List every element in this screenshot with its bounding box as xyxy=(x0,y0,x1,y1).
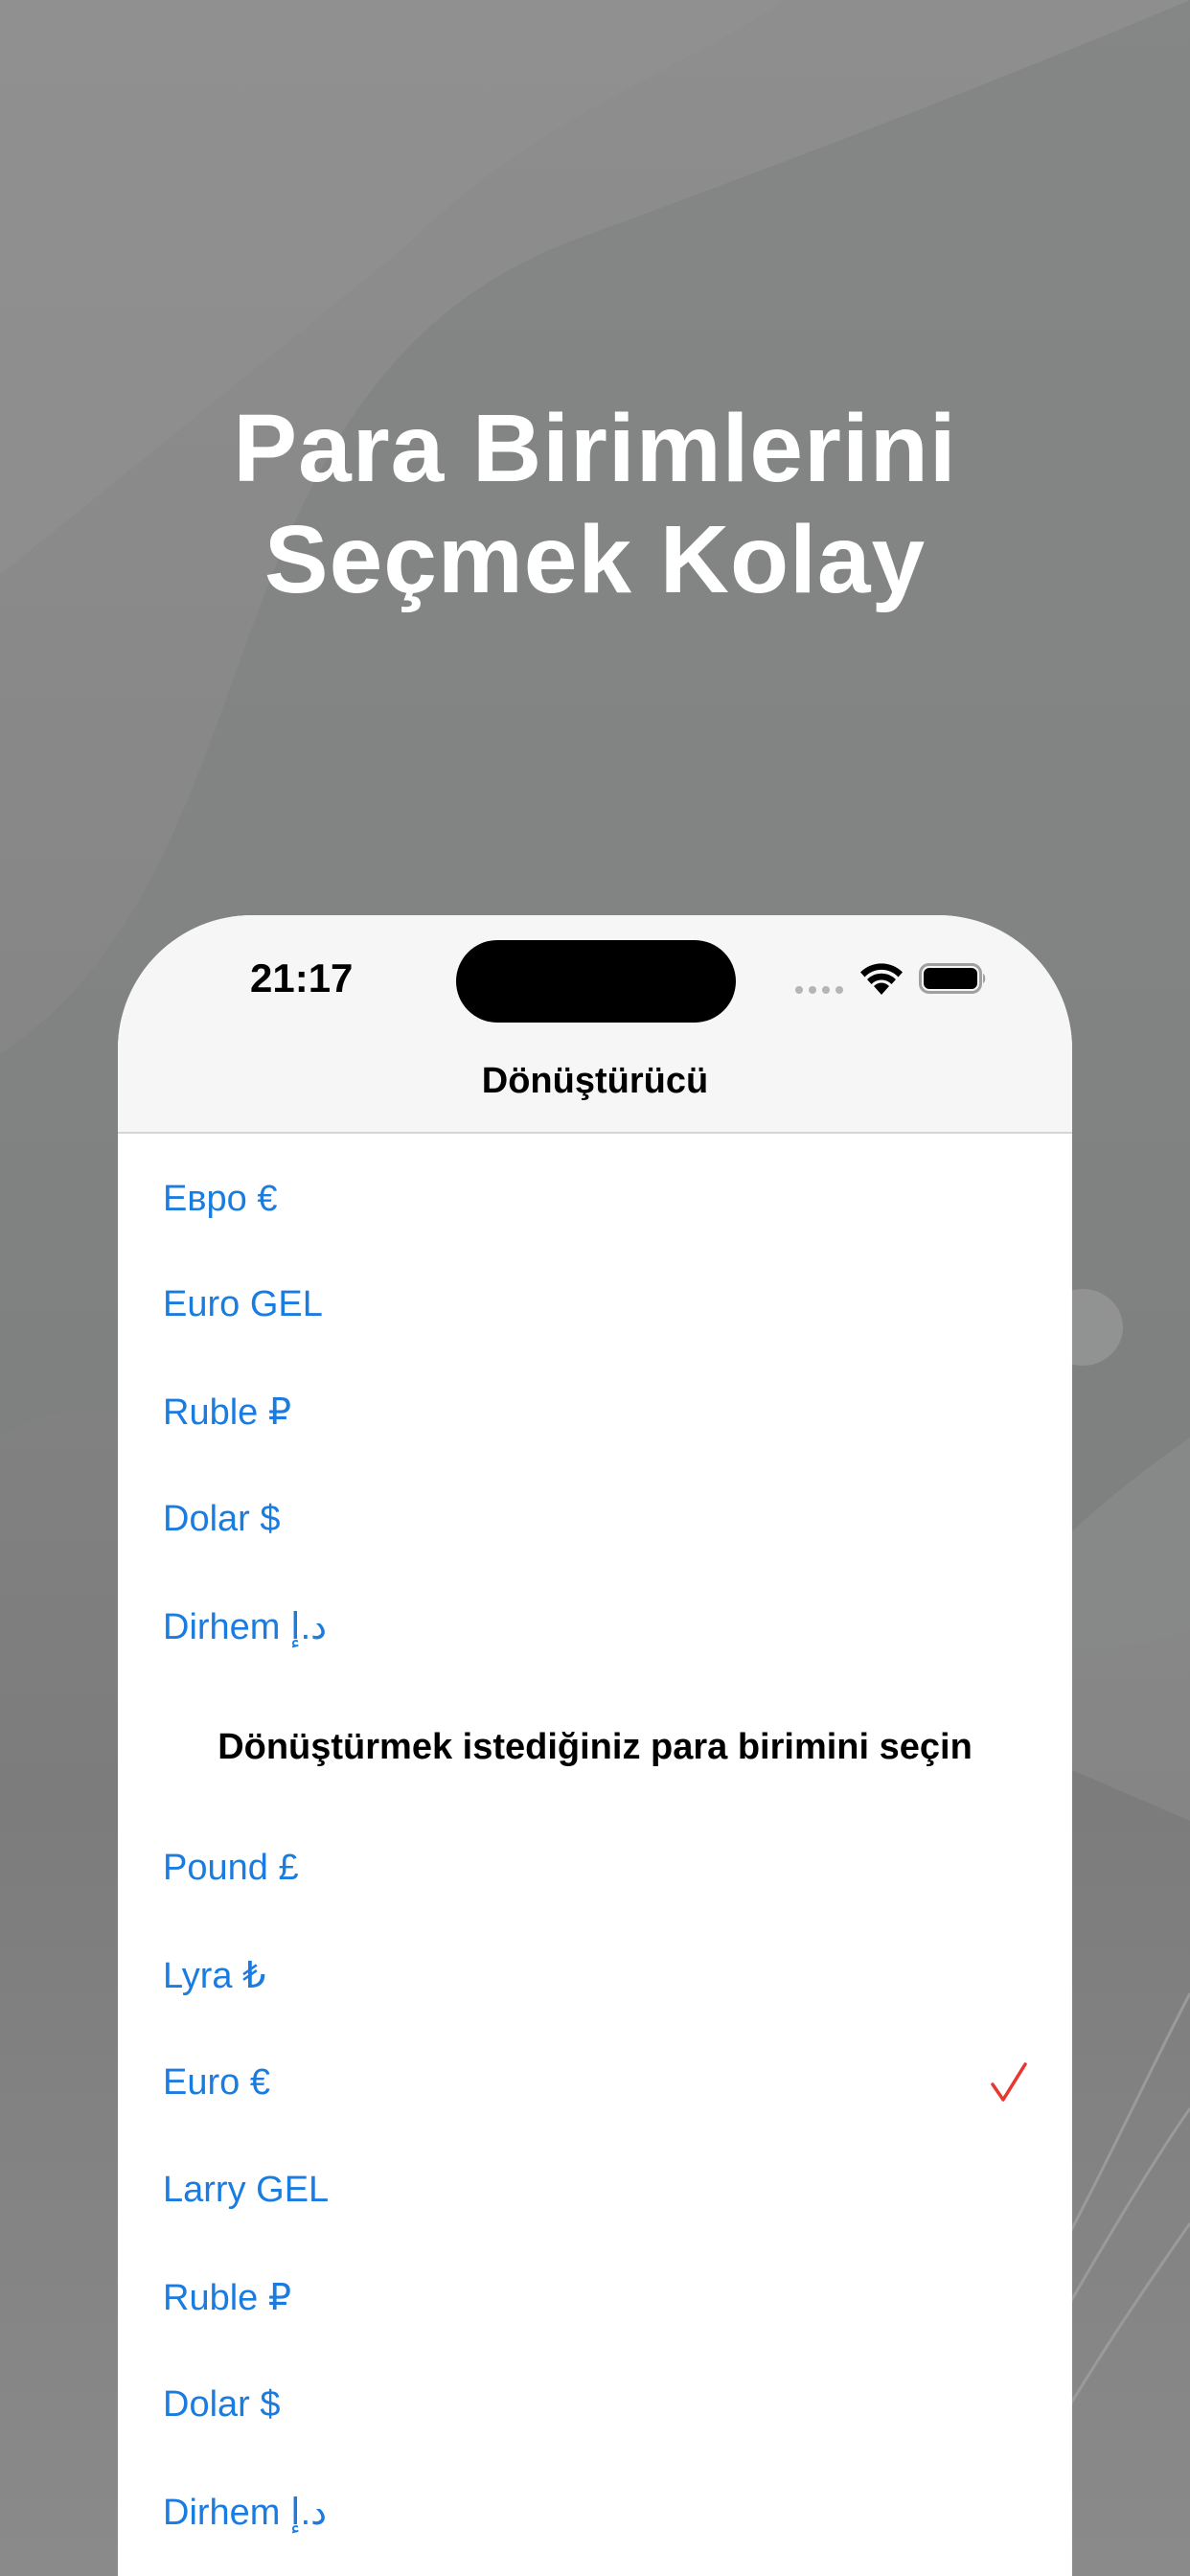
headline-line-1: Para Birimlerini xyxy=(233,395,957,502)
target-currency-row-selected[interactable]: Euro € xyxy=(118,2029,1072,2136)
currency-label: Dirhem د.إ xyxy=(163,2492,328,2533)
currency-label: Pound £ xyxy=(163,1847,299,1888)
navigation-bar: 21:17 Dönüştürücü xyxy=(118,915,1072,1134)
currency-label: Евро € xyxy=(163,1178,278,1219)
currency-label: Ruble ₽ xyxy=(163,2277,292,2318)
target-currency-row[interactable]: Lyra ₺ xyxy=(118,1921,1072,2029)
target-currency-row[interactable]: Dirhem د.إ xyxy=(118,2458,1072,2565)
currency-label: Dolar $ xyxy=(163,1498,281,1539)
checkmark-icon xyxy=(991,2062,1027,2102)
wifi-icon xyxy=(860,963,903,995)
currency-label: Larry GEL xyxy=(163,2169,330,2210)
currency-label: Dolar $ xyxy=(163,2383,281,2425)
source-currency-row[interactable]: Dolar $ xyxy=(118,1465,1072,1573)
currency-list: Евро € Euro GEL Ruble ₽ Dolar $ Dirhem د… xyxy=(118,1134,1072,2565)
battery-icon xyxy=(919,963,986,994)
target-currency-row[interactable]: Dolar $ xyxy=(118,2351,1072,2458)
nav-title: Dönüştürücü xyxy=(481,1061,709,1101)
source-currency-row[interactable]: Ruble ₽ xyxy=(118,1358,1072,1465)
target-currency-row[interactable]: Ruble ₽ xyxy=(118,2243,1072,2351)
headline-line-2: Seçmek Kolay xyxy=(263,506,927,613)
target-currency-row[interactable]: Pound £ xyxy=(118,1814,1072,1921)
currency-label: Euro GEL xyxy=(163,1283,323,1324)
currency-label: Dirhem د.إ xyxy=(163,1606,328,1647)
target-currency-row[interactable]: Larry GEL xyxy=(118,2136,1072,2243)
currency-label: Euro € xyxy=(163,2061,270,2103)
headline: Para Birimlerini Seçmek Kolay xyxy=(0,393,1190,615)
dynamic-island xyxy=(456,940,736,1023)
source-currency-row[interactable]: Евро € xyxy=(118,1134,1072,1251)
target-section-header: Dönüştürmek istediğiniz para birimini se… xyxy=(217,1726,973,1767)
currency-label: Ruble ₽ xyxy=(163,1392,292,1433)
status-time: 21:17 xyxy=(250,955,354,1000)
currency-label: Lyra ₺ xyxy=(163,1955,266,1996)
source-currency-row[interactable]: Dirhem د.إ xyxy=(118,1573,1072,1680)
source-currency-row[interactable]: Euro GEL xyxy=(118,1251,1072,1358)
cellular-signal-icon xyxy=(795,986,843,994)
phone-screen: 21:17 Dönüştürücü Евро € Euro GEL Ruble … xyxy=(118,915,1072,2576)
